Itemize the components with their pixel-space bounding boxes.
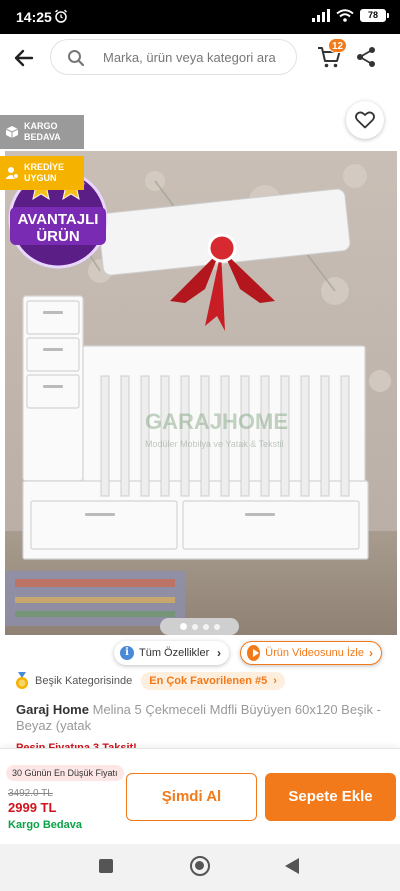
image-pager[interactable] bbox=[160, 618, 239, 635]
box-icon bbox=[5, 126, 19, 138]
chevron-right-icon: › bbox=[273, 675, 277, 687]
product-gallery[interactable]: AVANTAJLI ÜRÜN GARAJHOME Modüler Mobilya… bbox=[0, 82, 400, 635]
lowest-price-badge: 30 Günün En Düşük Fiyatı bbox=[6, 765, 124, 781]
purchase-bar: 30 Günün En Düşük Fiyatı 3492.0 TL 2999 … bbox=[0, 748, 400, 844]
medal-icon bbox=[16, 672, 28, 689]
share-icon[interactable] bbox=[354, 45, 378, 69]
info-icon: i bbox=[120, 646, 134, 660]
svg-text:Modüler Mobilya ve Yatak & Tek: Modüler Mobilya ve Yatak & Tekstil bbox=[145, 439, 284, 449]
tag-line-1: KREDİYE bbox=[24, 162, 65, 172]
play-icon bbox=[247, 645, 261, 661]
kargo-bedava-tag: KARGO BEDAVA bbox=[0, 115, 84, 149]
chevron-right-icon: › bbox=[369, 646, 373, 660]
buy-now-button[interactable]: Şimdi Al bbox=[126, 773, 257, 821]
watch-video-label: Ürün Videosunu İzle bbox=[265, 647, 364, 659]
all-features-label: Tüm Özellikler bbox=[139, 647, 210, 659]
tag-line-2: BEDAVA bbox=[24, 132, 61, 142]
favorite-button[interactable] bbox=[346, 101, 384, 139]
credit-user-icon bbox=[5, 167, 19, 179]
product-brand[interactable]: Garaj Home bbox=[16, 702, 89, 717]
battery-indicator: 78 bbox=[360, 9, 389, 22]
pager-dot[interactable] bbox=[179, 623, 187, 630]
system-back-icon[interactable] bbox=[285, 858, 299, 874]
add-to-cart-button[interactable]: Sepete Ekle bbox=[265, 773, 396, 821]
status-time: 14:25 bbox=[16, 9, 52, 25]
recent-apps-icon[interactable] bbox=[99, 859, 113, 873]
krediye-uygun-tag: KREDİYE UYGUN bbox=[0, 156, 84, 190]
category-prefix: Beşik Kategorisinde bbox=[35, 675, 133, 687]
pager-dot[interactable] bbox=[191, 623, 198, 630]
system-nav-bar bbox=[0, 844, 400, 891]
svg-text:GARAJHOME: GARAJHOME bbox=[145, 409, 288, 434]
most-favorited-label: En Çok Favorilenen #5 bbox=[149, 675, 268, 687]
top-bar: Marka, ürün veya kategori ara 12 bbox=[0, 34, 400, 82]
free-shipping-label: Kargo Bedava bbox=[8, 819, 82, 831]
most-favorited-badge[interactable]: En Çok Favorilenen #5 › bbox=[141, 672, 285, 690]
watermark: GARAJHOME Modüler Mobilya ve Yatak & Tek… bbox=[145, 409, 288, 449]
alarm-icon bbox=[55, 9, 67, 23]
search-placeholder: Marka, ürün veya kategori ara bbox=[103, 50, 276, 65]
pager-dot[interactable] bbox=[202, 623, 209, 630]
heart-icon bbox=[355, 111, 375, 129]
wifi-icon bbox=[336, 9, 354, 22]
current-price: 2999 TL bbox=[8, 800, 57, 815]
status-bar: 14:25 78 bbox=[0, 0, 400, 34]
back-arrow-icon[interactable] bbox=[10, 44, 38, 72]
chevron-right-icon: › bbox=[217, 646, 221, 660]
signal-icon bbox=[312, 9, 330, 22]
home-icon[interactable] bbox=[190, 856, 210, 876]
status-icons: 78 bbox=[312, 9, 389, 22]
cart-button[interactable]: 12 bbox=[316, 38, 348, 72]
category-ranking: Beşik Kategorisinde En Çok Favorilenen #… bbox=[14, 671, 285, 691]
tag-line-2: UYGUN bbox=[24, 173, 57, 183]
old-price: 3492.0 TL bbox=[8, 788, 53, 799]
all-features-button[interactable]: i Tüm Özellikler › bbox=[114, 641, 229, 665]
search-bar[interactable]: Marka, ürün veya kategori ara bbox=[50, 39, 297, 75]
pager-dot[interactable] bbox=[213, 623, 220, 630]
cart-count-badge: 12 bbox=[328, 38, 348, 53]
svg-text:ÜRÜN: ÜRÜN bbox=[36, 228, 79, 245]
tag-line-1: KARGO bbox=[24, 121, 58, 131]
product-title: Garaj Home Melina 5 Çekmeceli Mdfli Büyü… bbox=[16, 702, 386, 734]
product-image[interactable]: AVANTAJLI ÜRÜN GARAJHOME Modüler Mobilya… bbox=[5, 151, 397, 635]
search-icon bbox=[68, 50, 85, 67]
svg-text:AVANTAJLI: AVANTAJLI bbox=[18, 211, 99, 228]
watch-video-button[interactable]: Ürün Videosunu İzle › bbox=[240, 641, 382, 665]
crib-illustration: AVANTAJLI ÜRÜN GARAJHOME Modüler Mobilya… bbox=[5, 151, 397, 635]
